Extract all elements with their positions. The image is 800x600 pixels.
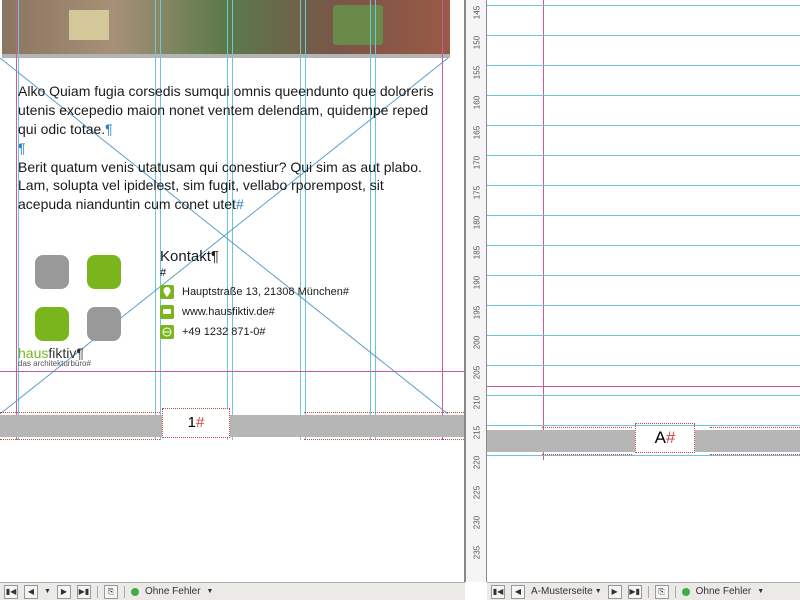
baseline-guide [487, 95, 800, 96]
baseline-guide [487, 125, 800, 126]
nav-prev-button[interactable]: ◀ [24, 585, 38, 599]
master-page-marker[interactable]: A# [635, 423, 695, 453]
ruler-label: 185 [473, 243, 482, 263]
baseline-guide [487, 455, 800, 456]
chat-icon [160, 305, 174, 319]
ruler-label: 205 [473, 363, 482, 383]
nav-prev-button[interactable]: ◀ [511, 585, 525, 599]
end-of-story-icon: # [236, 196, 244, 212]
nav-next-button[interactable]: ▶ [57, 585, 71, 599]
vertical-ruler[interactable]: 145 150 155 160 165 170 175 180 185 190 195 200 205 2… [465, 0, 487, 582]
ruler-label: 160 [473, 93, 482, 113]
body-text-frame[interactable]: Alko Quiam fugia corsedis sumqui omnis q… [18, 82, 438, 214]
baseline-guide [487, 425, 800, 426]
contact-frame[interactable]: Kontakt¶ # Hauptstraße 13, 21308 München… [160, 248, 370, 339]
ruler-label: 200 [473, 333, 482, 353]
master-page-pane[interactable]: A# [487, 0, 800, 582]
nav-first-button[interactable]: ▮◀ [4, 585, 18, 599]
paragraph-2: Berit quatum venis utatusam qui conestiu… [18, 159, 422, 213]
contact-address-row: Hauptstraße 13, 21308 München# [160, 285, 370, 299]
globe-icon [160, 325, 174, 339]
footer-strip [0, 415, 464, 437]
pilcrow-icon: ¶ [18, 140, 26, 156]
baseline-guide [487, 65, 800, 66]
preflight-status-icon [131, 588, 139, 596]
baseline-guide [487, 305, 800, 306]
status-bar-right: ▮◀ ◀ A-Musterseite ▼ ▶ ▶▮ ⎘ Ohne Fehler … [487, 582, 800, 600]
ruler-label: 165 [473, 123, 482, 143]
ruler-label: 155 [473, 63, 482, 83]
open-button[interactable]: ⎘ [104, 585, 118, 599]
placed-image[interactable] [2, 0, 450, 58]
logo-frame[interactable]: hausfiktiv¶ das architekturbüro# [18, 255, 138, 368]
pasteboard [487, 460, 800, 582]
baseline-guide [487, 245, 800, 246]
contact-phone-row: +49 1232 871-0# [160, 325, 370, 339]
contact-web-row: www.hausfiktiv.de# [160, 305, 370, 319]
logo-tagline: das architekturbüro# [18, 359, 138, 368]
nav-next-button[interactable]: ▶ [608, 585, 622, 599]
baseline-guide [487, 395, 800, 396]
map-pin-icon [160, 285, 174, 299]
baseline-guide [487, 5, 800, 6]
ruler-label: 220 [473, 453, 482, 473]
document-pane[interactable]: Alko Quiam fugia corsedis sumqui omnis q… [0, 0, 465, 582]
ruler-label: 190 [473, 273, 482, 293]
paragraph-1: Alko Quiam fugia corsedis sumqui omnis q… [18, 83, 434, 137]
logo-graphic [35, 255, 121, 341]
ruler-label: 180 [473, 213, 482, 233]
baseline-guide [487, 185, 800, 186]
ruler-label: 225 [473, 483, 482, 503]
preflight-status-label: Ohne Fehler [696, 586, 752, 597]
baseline-guide [487, 335, 800, 336]
page[interactable]: Alko Quiam fugia corsedis sumqui omnis q… [0, 0, 464, 440]
ruler-label: 175 [473, 183, 482, 203]
page-number-frame[interactable]: 1# [162, 408, 230, 438]
preflight-menu[interactable]: ▼ [207, 588, 214, 595]
preflight-status-icon [682, 588, 690, 596]
baseline-guide [487, 365, 800, 366]
ruler-label: 210 [473, 393, 482, 413]
status-bar-left: ▮◀ ◀ ▼ ▶ ▶▮ ⎘ Ohne Fehler ▼ [0, 582, 465, 600]
ruler-label: 195 [473, 303, 482, 323]
baseline-guide [487, 35, 800, 36]
nav-last-button[interactable]: ▶▮ [628, 585, 642, 599]
ruler-label: 235 [473, 543, 482, 563]
ruler-label: 150 [473, 33, 482, 53]
baseline-guide [487, 155, 800, 156]
baseline-guide [487, 215, 800, 216]
contact-heading: Kontakt [160, 248, 211, 265]
master-page-selector[interactable]: A-Musterseite ▼ [531, 586, 602, 597]
baseline-guide [487, 275, 800, 276]
page-selector[interactable]: ▼ [44, 588, 51, 595]
nav-first-button[interactable]: ▮◀ [491, 585, 505, 599]
preflight-menu[interactable]: ▼ [757, 588, 764, 595]
ruler-label: 170 [473, 153, 482, 173]
open-button[interactable]: ⎘ [655, 585, 669, 599]
ruler-label: 215 [473, 423, 482, 443]
ruler-label: 230 [473, 513, 482, 533]
nav-last-button[interactable]: ▶▮ [77, 585, 91, 599]
preflight-status-label: Ohne Fehler [145, 586, 201, 597]
pilcrow-icon: ¶ [105, 121, 113, 137]
ruler-label: 145 [473, 3, 482, 23]
